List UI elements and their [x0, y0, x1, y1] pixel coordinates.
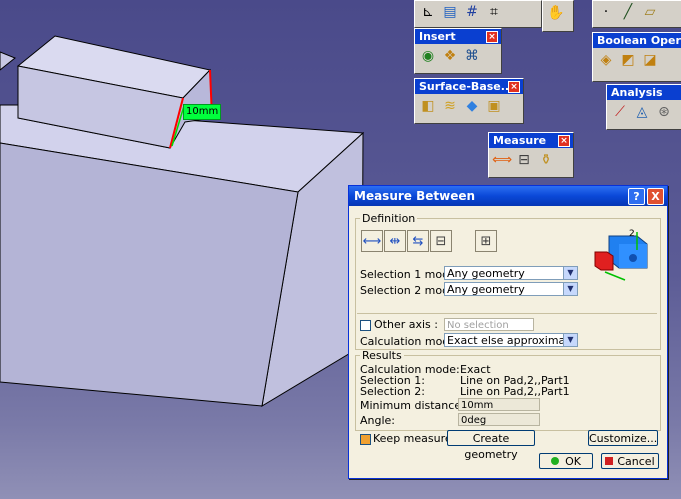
result-selection2-value: Line on Pad,2,,Part1 [460, 385, 570, 398]
measure-between-icon[interactable]: ⟺ [492, 151, 512, 169]
chevron-down-icon[interactable]: ▼ [563, 283, 577, 295]
pattern-icon[interactable]: ▤ [441, 3, 459, 21]
selection2-value: Any geometry [447, 283, 525, 296]
assemble-icon[interactable]: ◈ [597, 51, 615, 69]
toolbar-surface-based: Surface-Base... × ◧ ≋ ◆ ▣ [414, 78, 524, 124]
line-icon[interactable]: ╱ [619, 3, 637, 21]
selection2-mode-select[interactable]: Any geometry ▼ [444, 282, 578, 296]
dialog-title: Measure Between [354, 189, 476, 203]
customize-button[interactable]: Customize... [588, 430, 658, 446]
toolbar-top-right: · ╱ ▱ [592, 0, 681, 28]
axis-icon[interactable]: ⊾ [419, 3, 437, 21]
definition-legend: Definition [362, 212, 416, 225]
toolbar-top-left: ⊾ ▤ # ⌗ [414, 0, 542, 28]
point-icon[interactable]: · [597, 3, 615, 21]
close-surface-icon[interactable]: ◆ [463, 97, 481, 115]
preview-axis-label: 2 [629, 229, 635, 239]
cancel-button[interactable]: Cancel [601, 453, 659, 469]
toolbar-title[interactable]: Measure × [489, 133, 573, 148]
cancel-icon [605, 457, 614, 465]
geoset-icon[interactable]: ❖ [441, 47, 459, 65]
toolbar-title[interactable]: Insert × [415, 29, 501, 44]
close-icon[interactable]: × [486, 31, 498, 43]
toolbar-title[interactable]: Analysis [607, 85, 681, 100]
toolbar-analysis: Analysis ⟋ ◬ ⊛ [606, 84, 681, 130]
sketch-tree-icon[interactable]: ⌘ [463, 47, 481, 65]
other-axis-checkbox[interactable] [360, 320, 371, 331]
keep-measure-checkbox[interactable] [360, 434, 371, 445]
ok-label: OK [565, 455, 581, 468]
min-distance-value: 10mm [458, 398, 540, 411]
measure-customize-icon-button[interactable]: ⊞ [475, 230, 497, 252]
toolbar-insert: Insert × ◉ ❖ ⌘ [414, 28, 502, 74]
toolbar-boolean-operations: Boolean Operati ◈ ◩ ◪ [592, 32, 681, 82]
results-legend: Results [362, 349, 402, 362]
toolbar-top-middle: ✋ [542, 0, 574, 32]
split-icon[interactable]: ◧ [419, 97, 437, 115]
remove-icon[interactable]: ◪ [641, 51, 659, 69]
selection1-value: Any geometry [447, 267, 525, 280]
draft-icon[interactable]: ⟋ [611, 103, 629, 121]
toolbar-title[interactable]: Surface-Base... × [415, 79, 523, 94]
other-axis-label: Other axis : [374, 318, 438, 331]
measure-chain-mode-button[interactable]: ⇹ [384, 230, 406, 252]
close-icon[interactable]: × [508, 81, 520, 93]
add-icon[interactable]: ◩ [619, 51, 637, 69]
keep-measure-label: Keep measure [373, 432, 452, 445]
toolbar-title[interactable]: Boolean Operati [593, 33, 681, 48]
body-icon[interactable]: ◉ [419, 47, 437, 65]
thread-icon[interactable]: ⊛ [655, 103, 673, 121]
thick-surface-icon[interactable]: ≋ [441, 97, 459, 115]
chevron-down-icon[interactable]: ▼ [563, 267, 577, 279]
calculation-mode-value: Exact else approximate [447, 334, 577, 347]
measure-preview-image: 2 [594, 229, 648, 281]
hand-icon[interactable]: ✋ [547, 4, 565, 22]
divider [357, 313, 657, 314]
min-distance-label: Minimum distance: [360, 399, 465, 412]
cancel-label: Cancel [617, 455, 655, 468]
result-selection2-label: Selection 2: [360, 385, 425, 398]
close-button[interactable]: X [647, 188, 664, 205]
base-block-top-face[interactable] [0, 51, 16, 71]
angle-label: Angle: [360, 414, 396, 427]
ok-button[interactable]: OK [539, 453, 593, 469]
selection1-mode-select[interactable]: Any geometry ▼ [444, 266, 578, 280]
curvature-icon[interactable]: ◬ [633, 103, 651, 121]
grid-icon[interactable]: # [463, 3, 481, 21]
inertia-icon[interactable]: ⚱ [537, 151, 555, 169]
sew-icon[interactable]: ▣ [485, 97, 503, 115]
help-button[interactable]: ? [628, 188, 645, 205]
toolbar-measure: Measure × ⟺ ⊟ ⚱ [488, 132, 574, 178]
angle-value: 0deg [458, 413, 540, 426]
close-icon[interactable]: × [558, 135, 570, 147]
measure-between-mode-button[interactable]: ⟷ [361, 230, 383, 252]
snap-icon[interactable]: ⌗ [485, 3, 503, 21]
measure-item-icon[interactable]: ⊟ [515, 151, 533, 169]
create-geometry-button[interactable]: Create geometry [447, 430, 535, 461]
dimension-label: 10mm [183, 104, 222, 120]
measure-fan-mode-button[interactable]: ⇆ [407, 230, 429, 252]
measure-item-button[interactable]: ⊟ [430, 230, 452, 252]
chevron-down-icon[interactable]: ▼ [563, 334, 577, 346]
dialog-title-bar[interactable]: Measure Between ? X [349, 186, 667, 206]
ok-icon [551, 457, 560, 465]
measure-between-dialog: Measure Between ? X Definition ⟷ ⇹ ⇆ ⊟ ⊞… [348, 185, 668, 479]
other-axis-field[interactable]: No selection [444, 318, 534, 331]
calculation-mode-select[interactable]: Exact else approximate ▼ [444, 333, 578, 347]
plane-icon[interactable]: ▱ [641, 3, 659, 21]
